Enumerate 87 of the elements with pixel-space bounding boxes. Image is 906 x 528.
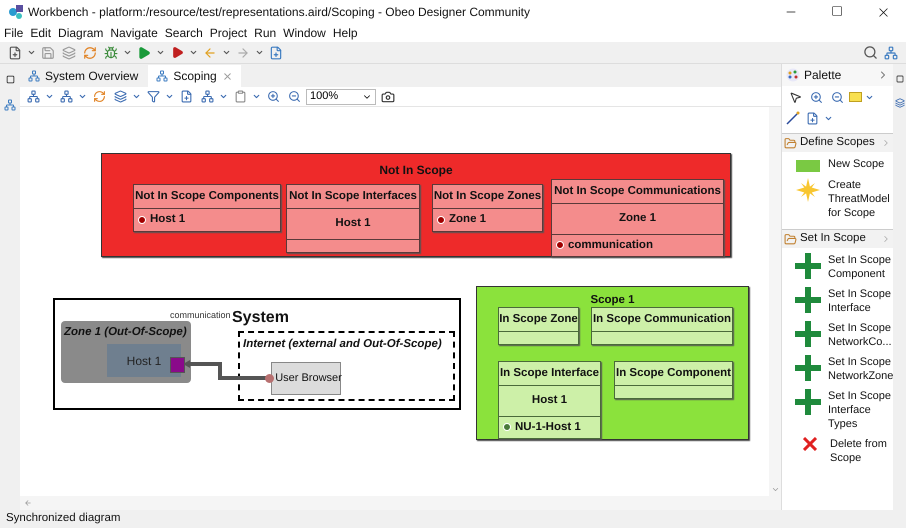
compartment-box[interactable]: Not In Scope Zones Zone 1 <box>432 184 543 232</box>
container-title: Internet (external and Out-Of-Scope) <box>242 337 443 352</box>
plus-icon <box>795 321 821 347</box>
element-name: Zone 1 <box>552 204 723 234</box>
diagram-icon <box>28 70 40 82</box>
palette-tool[interactable]: Set In Scope Interface <box>782 287 893 315</box>
editor-tab[interactable]: Scoping <box>148 65 241 87</box>
plus-icon <box>795 389 821 415</box>
caret-icon[interactable] <box>219 92 228 101</box>
compartment-box[interactable]: In Scope Interface Host 1 NU-1-Host 1 <box>498 361 601 439</box>
palette-tool[interactable]: Set In Scope NetworkZone <box>782 355 893 383</box>
port-label: communication <box>568 238 653 252</box>
caret-icon[interactable] <box>78 92 87 101</box>
zoom-combo[interactable]: 100% <box>306 88 376 104</box>
palette-tool[interactable]: Delete from Scope <box>782 437 893 465</box>
menu-item[interactable]: Run <box>254 24 276 42</box>
diagram-icon <box>156 70 168 82</box>
caret-icon[interactable] <box>27 48 36 57</box>
menu-item[interactable]: Help <box>332 24 358 42</box>
connector-label: communication <box>170 309 231 322</box>
caret-icon[interactable] <box>255 48 264 57</box>
bug-icon[interactable] <box>102 44 120 62</box>
compartment-title: In Scope Communication <box>592 308 732 332</box>
caret-icon[interactable] <box>165 92 174 101</box>
folder-icon <box>784 232 797 246</box>
compartment-title: In Scope Zone <box>499 308 578 332</box>
port-label: Zone 1 <box>449 212 486 228</box>
container-title: Not In Scope <box>378 162 454 179</box>
compartment-title: In Scope Component <box>615 362 732 386</box>
menu-item[interactable]: File <box>4 24 24 42</box>
compartment-title: Not In Scope Components <box>134 185 280 210</box>
folder-icon <box>784 136 797 150</box>
compartment-title: In Scope Interface <box>499 362 600 386</box>
rectangle-icon <box>796 160 820 172</box>
status-text: Synchronized diagram <box>6 511 120 526</box>
menu-item[interactable]: Project <box>210 24 248 42</box>
star-icon <box>796 178 820 202</box>
plus-icon <box>795 287 821 313</box>
user-browser-node[interactable]: User Browser <box>271 362 341 395</box>
zone-title: Zone 1 (Out-Of-Scope) <box>62 325 188 340</box>
compartment-box[interactable]: In Scope Component <box>614 361 733 400</box>
container-title: System <box>232 308 289 328</box>
caret-icon[interactable] <box>252 92 261 101</box>
caret-icon[interactable] <box>45 92 54 101</box>
host-node[interactable]: Host 1 <box>107 344 181 377</box>
palette-tool[interactable]: New Scope <box>782 157 893 172</box>
palette-tool[interactable]: Set In Scope NetworkCo... <box>782 321 893 349</box>
perspective-icon[interactable] <box>882 44 900 62</box>
menu-item[interactable]: Diagram <box>58 24 104 42</box>
menu-item[interactable]: Edit <box>30 24 52 42</box>
close-tab-icon[interactable] <box>222 70 233 82</box>
compartment-title: Not In Scope Zones <box>433 185 542 210</box>
element-name: Host 1 <box>287 209 419 240</box>
palette-tool[interactable]: Set In Scope Interface Types <box>782 389 893 431</box>
compartment-title: Not In Scope Interfaces <box>287 185 419 210</box>
menu-item[interactable]: Window <box>283 24 326 42</box>
port-square-icon <box>170 357 185 373</box>
palette-drawer[interactable]: Define Scopes <box>782 134 893 152</box>
compartment-box[interactable]: Not In Scope Communications Zone 1 communication <box>551 179 724 257</box>
caret-icon[interactable] <box>132 92 141 101</box>
port-label: Host 1 <box>150 212 186 228</box>
compartment-title: Not In Scope Communications <box>552 180 723 204</box>
palette-title: Palette <box>804 67 842 84</box>
caret-icon[interactable] <box>156 48 165 57</box>
scroll-down-icon[interactable] <box>770 485 780 494</box>
caret-icon[interactable] <box>222 48 231 57</box>
compartment-box[interactable]: In Scope Zone <box>498 307 579 346</box>
connector-tool-icon[interactable] <box>786 111 800 125</box>
palette-tool[interactable]: Create ThreatModel for Scope <box>782 178 893 220</box>
menu-item[interactable]: Navigate <box>110 24 158 42</box>
caret-icon[interactable] <box>123 48 132 57</box>
compartment-box[interactable]: Not In Scope Interfaces Host 1 <box>286 184 420 252</box>
compartment-box[interactable]: In Scope Communication <box>591 307 733 346</box>
palette-icon <box>786 68 800 82</box>
caret-icon[interactable] <box>189 48 198 57</box>
cross-icon <box>803 437 817 451</box>
plus-icon <box>795 253 821 279</box>
port-label: NU-1-Host 1 <box>515 420 581 434</box>
palette-tool[interactable]: Set In Scope Component <box>782 253 893 281</box>
app-logo-icon <box>8 4 24 20</box>
menu-item[interactable]: Search <box>164 24 203 42</box>
plus-icon <box>795 355 821 381</box>
container-title: Scope 1 <box>589 293 636 308</box>
element-name: Host 1 <box>499 386 600 416</box>
compartment-box[interactable]: Not In Scope Components Host 1 <box>133 184 281 232</box>
window-title: Workbench - platform:/resource/test/representations.aird/Scoping - Obeo Designer Community <box>28 4 530 21</box>
palette-drawer[interactable]: Set In Scope <box>782 230 893 248</box>
